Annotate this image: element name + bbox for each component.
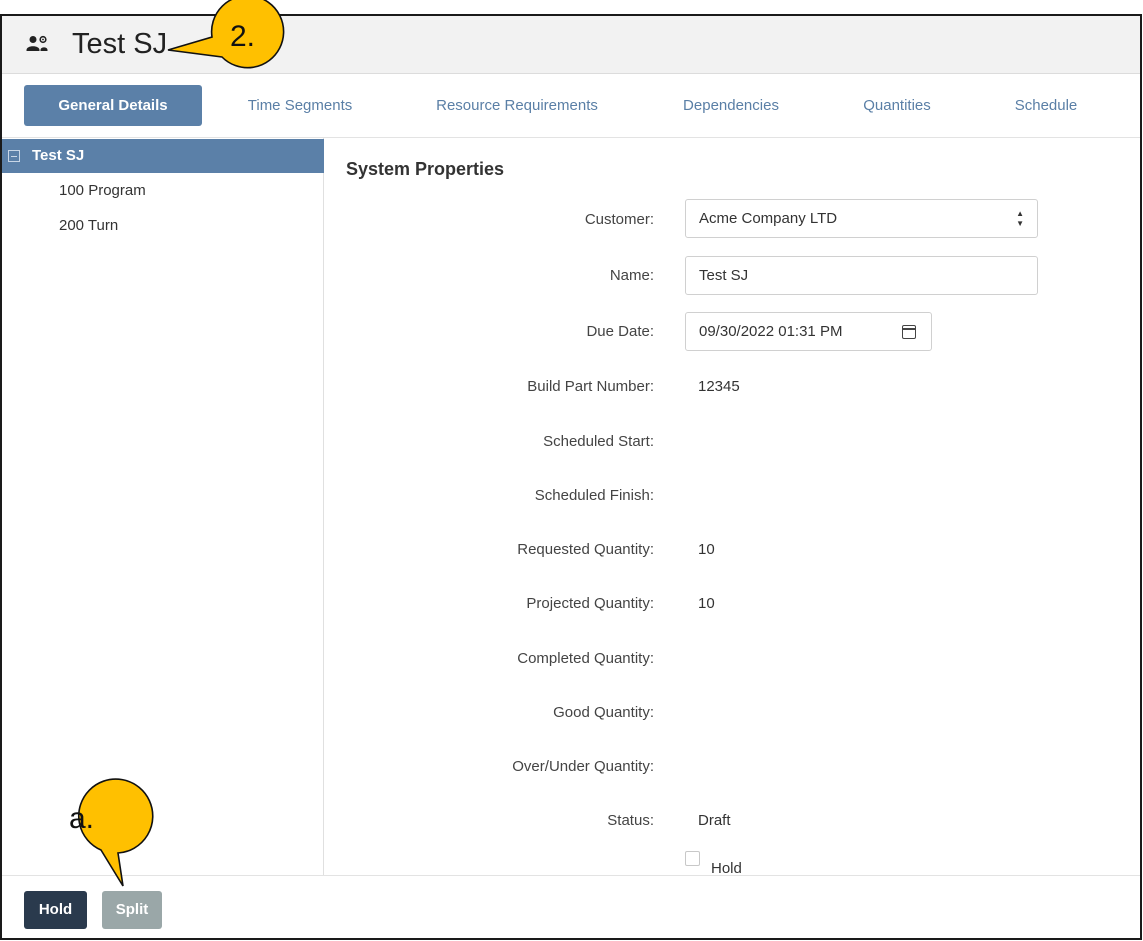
callout-2: [167, 0, 285, 69]
callout-overlay: [78, 0, 285, 887]
callout-2-label: 2.: [230, 20, 256, 53]
callout-a-label: a.: [69, 802, 95, 835]
